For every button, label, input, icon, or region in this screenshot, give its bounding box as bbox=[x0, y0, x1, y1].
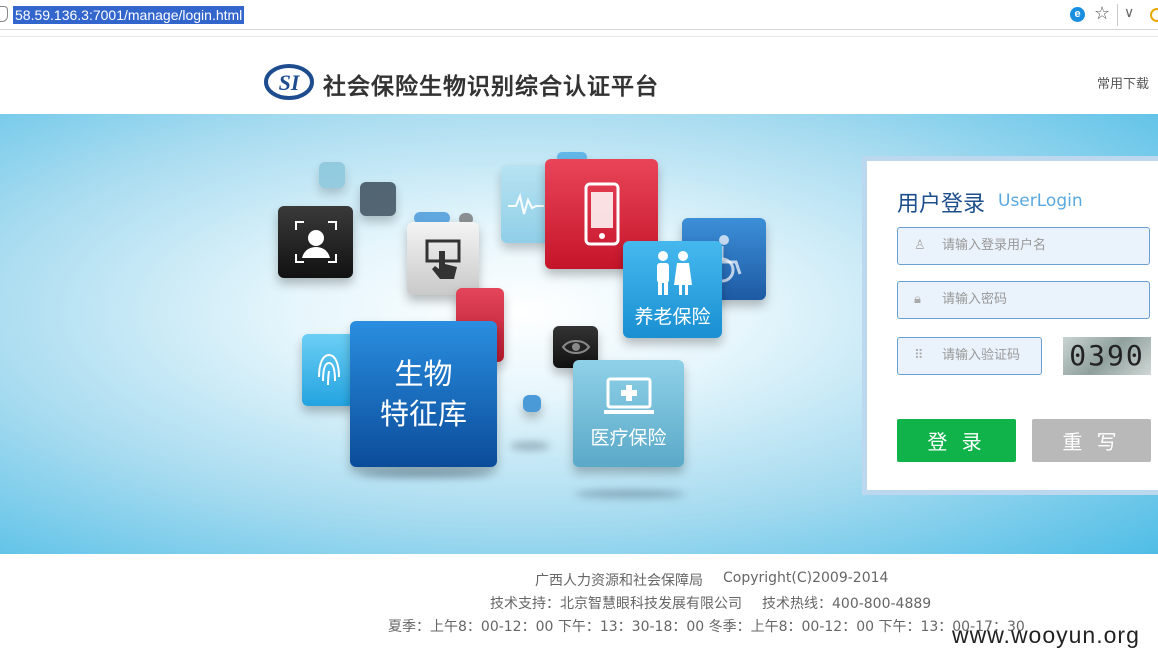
fingerprint-icon bbox=[318, 353, 340, 386]
ie-compat-icon[interactable]: e bbox=[1070, 7, 1085, 22]
user-icon: ♙ bbox=[914, 238, 926, 253]
download-link[interactable]: 常用下载 bbox=[1097, 73, 1149, 92]
tile-shadow bbox=[575, 490, 685, 498]
decor-tile bbox=[319, 162, 345, 188]
chevron-down-icon[interactable]: ∨ bbox=[1124, 5, 1134, 21]
username-placeholder: 请输入登录用户名 bbox=[942, 238, 1047, 253]
tile-shadow bbox=[360, 470, 490, 478]
voice-wave-tile bbox=[501, 165, 551, 243]
tile-shadow bbox=[510, 442, 550, 450]
decor-tile bbox=[523, 395, 541, 412]
footer-hours: 夏季：上午8：00-12：00 下午：13：30-18：00 冬季：上午8：00… bbox=[388, 619, 1025, 635]
touch-hand-icon bbox=[425, 239, 461, 279]
footer-support: 技术支持：北京智慧眼科技发展有限公司 bbox=[490, 596, 742, 612]
footer-org: 广西人力资源和社会保障局 bbox=[535, 573, 703, 589]
footer-copyright: Copyright(C)2009-2014 bbox=[723, 570, 889, 586]
login-title: 用户登录 bbox=[897, 192, 986, 217]
grid-icon: ⠿ bbox=[914, 348, 924, 363]
toolbar-divider bbox=[1117, 4, 1118, 26]
loading-ring-icon bbox=[1150, 8, 1158, 22]
browser-address-bar: 58.59.136.3:7001/manage/login.html e ☆ ∨ bbox=[0, 0, 1158, 30]
captcha-input[interactable]: ⠿ 请输入验证码 bbox=[897, 337, 1042, 375]
si-logo-icon: SI bbox=[264, 64, 314, 100]
watermark: www.wooyun.org bbox=[952, 622, 1140, 648]
voice-wave-icon bbox=[508, 192, 544, 215]
pension-insurance-tile: 养老保险 bbox=[623, 241, 722, 338]
medical-insurance-tile: 医疗保险 bbox=[573, 360, 684, 467]
touch-tile bbox=[407, 222, 479, 295]
site-title: 社会保险生物识别综合认证平台 bbox=[323, 74, 659, 100]
password-placeholder: 请输入密码 bbox=[942, 292, 1008, 307]
biometric-label-line2: 特征库 bbox=[379, 397, 467, 431]
phone-icon bbox=[584, 182, 619, 246]
logo-text: SI bbox=[279, 70, 301, 95]
login-button[interactable]: 登 录 bbox=[897, 419, 1016, 462]
fingerprint-tile bbox=[302, 334, 356, 406]
username-input[interactable]: ♙ 请输入登录用户名 bbox=[897, 227, 1150, 265]
password-input[interactable]: 🔒︎ 请输入密码 bbox=[897, 281, 1150, 319]
elderly-couple-icon bbox=[656, 251, 692, 295]
biometric-library-tile: 生物 特征库 bbox=[350, 321, 497, 467]
captcha-image[interactable]: 0390 bbox=[1063, 337, 1151, 375]
medical-insurance-label: 医疗保险 bbox=[590, 427, 667, 449]
face-scan-icon bbox=[294, 221, 337, 263]
lock-icon: 🔒︎ bbox=[914, 292, 921, 307]
face-recognition-tile bbox=[278, 206, 353, 278]
decor-tile bbox=[360, 182, 396, 216]
eye-icon bbox=[561, 340, 590, 354]
favorite-star-icon[interactable]: ☆ bbox=[1094, 3, 1110, 24]
medical-monitor-icon bbox=[603, 377, 654, 414]
reset-button[interactable]: 重 写 bbox=[1032, 419, 1151, 462]
security-shield-icon bbox=[0, 6, 8, 22]
url-input[interactable]: 58.59.136.3:7001/manage/login.html bbox=[13, 6, 245, 24]
pension-insurance-label: 养老保险 bbox=[634, 306, 711, 328]
captcha-placeholder: 请输入验证码 bbox=[942, 348, 1021, 363]
login-subtitle: UserLogin bbox=[998, 191, 1083, 211]
footer-hotline: 技术热线：400-800-4889 bbox=[762, 596, 932, 612]
biometric-label-line1: 生物 bbox=[394, 357, 453, 391]
